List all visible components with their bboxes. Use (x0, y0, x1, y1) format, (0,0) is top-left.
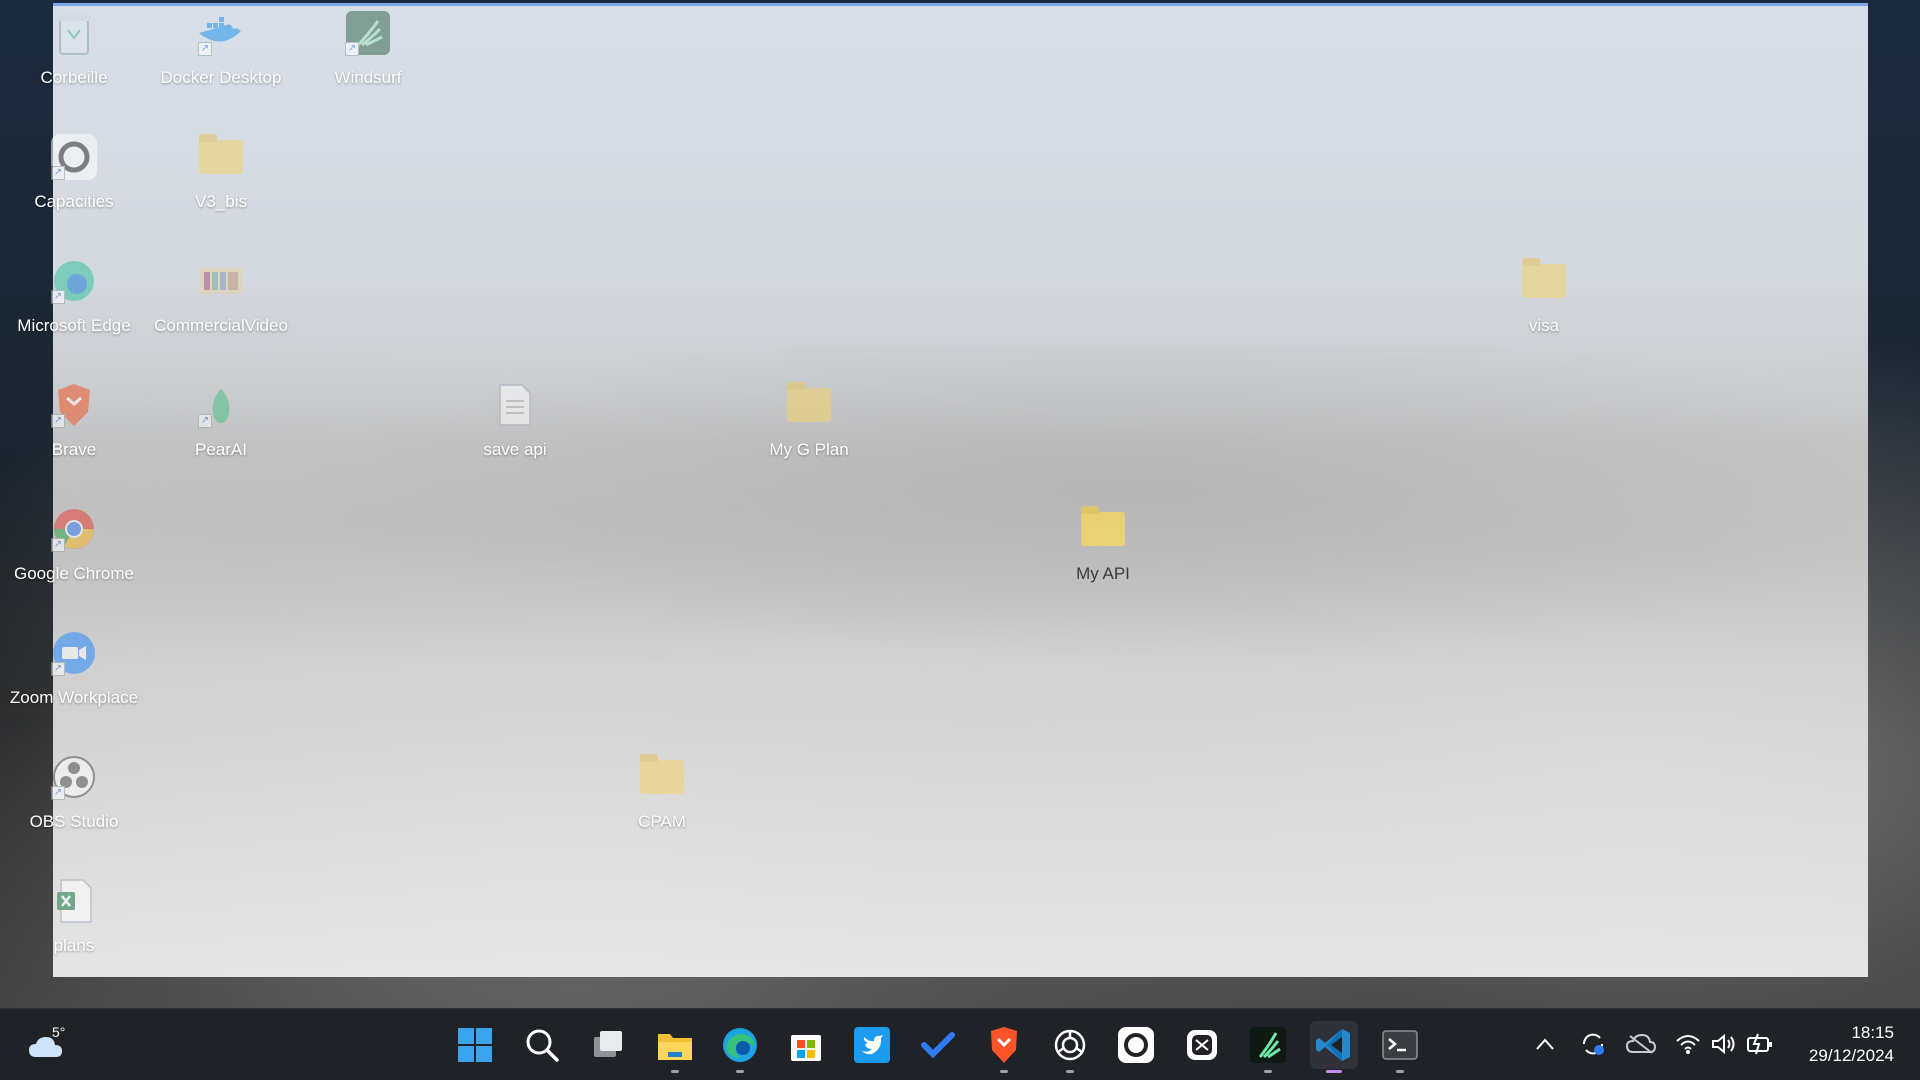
desktop-icon-microsoft-edge[interactable]: ↗ Microsoft Edge (0, 252, 148, 362)
chatgpt-button[interactable] (1046, 1021, 1094, 1073)
task-view-button[interactable] (584, 1021, 632, 1069)
edge-icon (723, 1028, 757, 1062)
cloud-offline-icon (1626, 1034, 1656, 1054)
desktop-icon-google-chrome[interactable]: ↗ Google Chrome (0, 500, 148, 610)
desktop-icon-windsurf[interactable]: ↗ Windsurf (294, 4, 442, 114)
capacities-taskbar-button[interactable] (1112, 1021, 1160, 1069)
desktop-icon-save-api[interactable]: save api (441, 376, 589, 486)
weather-temperature: 5° (52, 1024, 66, 1040)
brave-taskbar-button[interactable] (980, 1021, 1028, 1073)
capacities-icon (1118, 1027, 1154, 1063)
vscode-taskbar-button[interactable] (1310, 1021, 1358, 1073)
translucent-window-overlay (53, 3, 1868, 977)
twitter-icon (854, 1027, 890, 1063)
sync-tray-button[interactable] (1578, 1029, 1608, 1059)
text-file-icon (490, 380, 540, 430)
twitter-button[interactable] (848, 1021, 896, 1069)
search-icon (526, 1029, 559, 1062)
desktop-icon-obs-studio[interactable]: ↗ OBS Studio (0, 748, 148, 858)
clock-date: 29/12/2024 (1808, 1046, 1894, 1065)
microsoft-store-icon (791, 1035, 821, 1061)
search-button[interactable] (518, 1021, 566, 1069)
folder-icon (1519, 256, 1569, 306)
folder-icon (637, 752, 687, 802)
taskbar: 5° 18:15 29/12/2024 (0, 1008, 1920, 1080)
capacities-icon: ↗ (49, 132, 99, 182)
edge-icon: ↗ (49, 256, 99, 306)
recycle-bin-icon (49, 8, 99, 58)
desktop-icon-corbeille[interactable]: Corbeille (0, 4, 148, 114)
chrome-icon: ↗ (49, 504, 99, 554)
sync-icon (1582, 1033, 1604, 1055)
brave-icon (991, 1027, 1017, 1063)
desktop-icon-zoom-workplace[interactable]: ↗ Zoom Workplace (0, 624, 148, 734)
desktop-icon-my-g-plan[interactable]: My G Plan (735, 376, 883, 486)
folder-icon (196, 132, 246, 182)
todo-icon (921, 1032, 955, 1059)
desktop-icon-plans[interactable]: plans (0, 872, 148, 982)
chevron-up-icon (1536, 1038, 1554, 1050)
microsoft-store-button[interactable] (782, 1021, 830, 1069)
windsurf-icon (1250, 1027, 1286, 1063)
pearai-icon: ↗ (196, 380, 246, 430)
app-icon (1187, 1030, 1217, 1060)
todo-button[interactable] (914, 1021, 962, 1069)
terminal-taskbar-button[interactable] (1376, 1021, 1424, 1073)
onedrive-tray-button[interactable] (1626, 1029, 1656, 1059)
volume-icon (1712, 1033, 1735, 1055)
desktop-icon-pearai[interactable]: ↗ PearAI (147, 376, 295, 486)
windsurf-icon: ↗ (343, 8, 393, 58)
wifi-tray-button[interactable] (1673, 1029, 1703, 1059)
start-icon (458, 1028, 492, 1062)
desktop-icon-docker-desktop[interactable]: ↗ Docker Desktop (147, 4, 295, 114)
desktop-icon-brave[interactable]: ↗ Brave (0, 376, 148, 486)
desktop-icon-capacities[interactable]: ↗ Capacities (0, 128, 148, 238)
desktop-icon-cpam[interactable]: CPAM (588, 748, 736, 858)
volume-tray-button[interactable] (1709, 1029, 1739, 1059)
chatgpt-icon (1054, 1029, 1086, 1061)
desktop-icon-visa[interactable]: visa (1470, 252, 1618, 362)
task-view-icon (594, 1031, 622, 1057)
vscode-icon (1316, 1029, 1350, 1061)
windsurf-taskbar-button[interactable] (1244, 1021, 1292, 1073)
wifi-icon (1676, 1035, 1700, 1054)
start-button[interactable] (451, 1021, 499, 1069)
zoom-icon: ↗ (49, 628, 99, 678)
folder-icon (1078, 504, 1128, 554)
weather-widget[interactable]: 5° (24, 1021, 84, 1069)
brave-icon: ↗ (49, 380, 99, 430)
edge-taskbar-button[interactable] (716, 1021, 764, 1073)
video-folder-icon (196, 256, 246, 306)
clock[interactable]: 18:15 29/12/2024 (1809, 1021, 1894, 1067)
desktop-icon-v3-bis[interactable]: V3_bis (147, 128, 295, 238)
excel-file-icon (49, 876, 99, 926)
battery-tray-button[interactable] (1745, 1029, 1775, 1059)
docker-icon: ↗ (196, 8, 246, 58)
file-explorer-button[interactable] (651, 1021, 699, 1073)
show-hidden-icons-button[interactable] (1530, 1029, 1560, 1059)
terminal-icon (1382, 1030, 1418, 1060)
folder-icon (784, 380, 834, 430)
desktop-icon-commercialvideo[interactable]: CommercialVideo (147, 252, 295, 362)
app-taskbar-button[interactable] (1178, 1021, 1226, 1069)
desktop-icon-my-api[interactable]: My API (1029, 500, 1177, 610)
clock-time: 18:15 (1851, 1023, 1894, 1042)
battery-charging-icon (1747, 1033, 1772, 1055)
file-explorer-icon (658, 1034, 692, 1060)
obs-icon: ↗ (49, 752, 99, 802)
